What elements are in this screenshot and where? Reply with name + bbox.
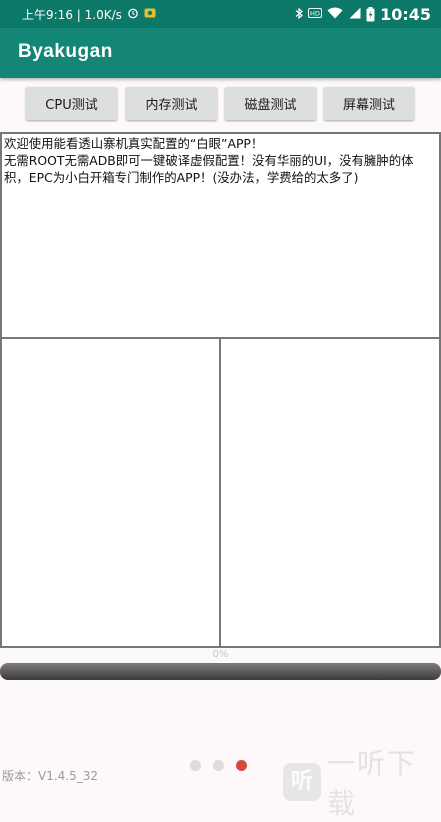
status-right: HD 10:45 [295,4,431,24]
wifi-icon [327,7,343,21]
page-dot[interactable] [213,760,224,771]
progress-bar [0,663,441,680]
signal-icon [348,7,361,21]
alarm-icon [127,7,139,22]
hd-icon: HD [308,7,323,21]
progress-label: 0% [212,649,229,660]
status-left: 上午9:16 | 1.0K/s [22,7,156,22]
result-panel-right [219,337,441,648]
info-text: 欢迎使用能看透山寨机真实配置的“白眼”APP！ 无需ROOT无需ADB即可一键破… [4,136,414,185]
page-dot[interactable] [190,760,201,771]
result-panel-left [0,337,222,648]
status-bar: 上午9:16 | 1.0K/s HD 10:45 [0,0,441,28]
disk-test-button[interactable]: 磁盘测试 [225,87,316,120]
memory-test-button[interactable]: 内存测试 [126,87,217,120]
bluetooth-icon [295,7,303,21]
app-notification-icon [144,7,156,22]
svg-text:HD: HD [310,10,320,18]
screen-test-button[interactable]: 屏幕测试 [324,87,414,120]
status-clock: 10:45 [380,4,431,24]
battery-icon [366,7,375,22]
page-dot[interactable] [236,760,247,771]
app-bar: Byakugan [0,28,441,78]
app-title: Byakugan [18,41,113,62]
status-time-network: 上午9:16 | 1.0K/s [22,7,122,22]
watermark: 听 一听下载 [283,742,441,822]
watermark-logo: 听 [283,763,321,801]
page-indicator [190,760,247,771]
version-label: 版本：V1.4.5_32 [2,769,99,783]
watermark-text: 一听下载 [327,747,418,820]
cpu-test-button[interactable]: CPU测试 [26,87,117,120]
info-panel: 欢迎使用能看透山寨机真实配置的“白眼”APP！ 无需ROOT无需ADB即可一键破… [0,132,441,339]
